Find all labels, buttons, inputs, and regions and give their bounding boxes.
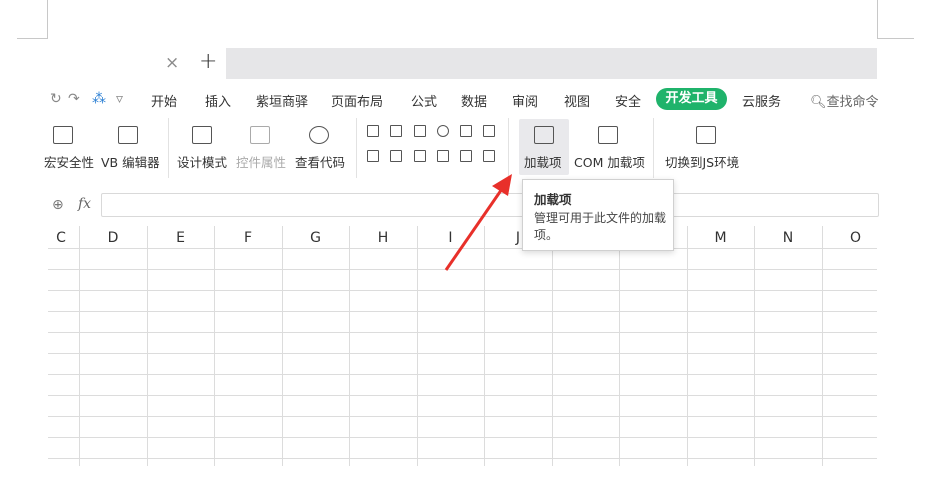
checkbox-control-icon[interactable] (367, 125, 379, 137)
redo-icon[interactable]: ↻ (50, 91, 62, 107)
grid-row-line (48, 332, 877, 333)
grid-column-line (686, 226, 688, 466)
addins-cube-icon (534, 126, 554, 144)
tab-data[interactable]: 数据 (461, 91, 487, 110)
tab-cloud-service[interactable]: 云服务 (742, 91, 781, 110)
text-control-icon[interactable] (437, 150, 449, 162)
scrollbar-control-icon[interactable] (414, 150, 426, 162)
tab-review[interactable]: 审阅 (512, 91, 538, 110)
vb-editor-icon (118, 126, 138, 144)
tooltip-title: 加载项 (534, 192, 572, 207)
tab-insert[interactable]: 插入 (205, 91, 231, 110)
grid-column-line (281, 226, 283, 466)
control-properties-button[interactable]: 控件属性 (236, 152, 286, 171)
column-header-h[interactable]: H (368, 226, 398, 248)
grid-row-line (48, 374, 877, 375)
tab-home[interactable]: 开始 (151, 91, 177, 110)
spin-control-icon[interactable] (390, 150, 402, 162)
grid-column-line (619, 226, 620, 466)
annotation-arrow (444, 174, 512, 271)
view-code-icon (309, 126, 329, 144)
tab-formula[interactable]: 公式 (411, 91, 437, 110)
grid-column-line (349, 226, 350, 466)
grid-column-line (79, 226, 80, 466)
column-header-d[interactable]: D (98, 226, 128, 248)
grid-column-line (754, 226, 755, 466)
design-mode-button[interactable]: 设计模式 (177, 152, 227, 171)
grid-column-line (551, 226, 553, 466)
switch-js-button[interactable]: 切换到JS环境 (665, 152, 739, 171)
com-addins-button[interactable]: COM 加载项 (574, 152, 645, 171)
quick-access-dropdown-icon[interactable]: ▿ (116, 91, 123, 107)
radio-control-icon[interactable] (437, 125, 449, 137)
column-header-n[interactable]: N (773, 226, 803, 248)
ribbon-divider (356, 118, 357, 178)
view-code-button[interactable]: 查看代码 (295, 152, 345, 171)
grid-row-line (48, 437, 877, 438)
search-command[interactable]: 🔍︎查找命令 (810, 91, 879, 110)
tab-ziyuan[interactable]: 紫垣商驿 (256, 91, 308, 110)
arrow-shaft (444, 185, 506, 271)
design-mode-icon (192, 126, 212, 144)
fx-icon[interactable]: fx (78, 196, 91, 212)
macro-security-icon (53, 126, 73, 144)
switch-js-icon (696, 126, 716, 144)
frame-control-icon[interactable] (483, 150, 495, 162)
new-tab-button[interactable]: + (199, 49, 217, 74)
listbox-control-icon[interactable] (460, 125, 472, 137)
grid-row-line (48, 311, 877, 312)
combobox-control-icon[interactable] (483, 125, 495, 137)
vb-editor-button[interactable]: VB 编辑器 (101, 152, 160, 171)
column-header-f[interactable]: F (233, 226, 263, 248)
button-control-icon[interactable] (414, 125, 426, 137)
grid-column-line (821, 226, 823, 466)
grid-row-line (48, 353, 877, 354)
tab-developer-tools[interactable]: 开发工具 (656, 88, 727, 110)
grid-column-line (416, 226, 418, 466)
column-header-m[interactable]: M (706, 226, 736, 248)
page-corner-top-right (877, 0, 914, 39)
tab-security[interactable]: 安全 (615, 91, 641, 110)
tab-view[interactable]: 视图 (564, 91, 590, 110)
redo-arrow-icon[interactable]: ↷ (68, 91, 80, 107)
grid-row-line (48, 395, 877, 396)
column-header-c[interactable]: C (46, 226, 76, 248)
label-control-icon[interactable] (367, 150, 379, 162)
search-icon: 🔍︎ (810, 95, 827, 110)
close-tab-icon[interactable]: × (165, 53, 179, 73)
ribbon-divider (168, 118, 169, 178)
macro-security-button[interactable]: 宏安全性 (44, 152, 94, 171)
arrow-head (492, 174, 512, 196)
addins-tooltip: 加载项 管理可用于此文件的加载项。 (522, 179, 674, 251)
tooltip-body: 管理可用于此文件的加载项。 (534, 211, 667, 242)
image-control-icon[interactable] (460, 150, 472, 162)
format-painter-icon[interactable]: ⁂ (92, 91, 106, 107)
column-header-e[interactable]: E (166, 226, 196, 248)
grid-column-line (214, 226, 215, 466)
grid-column-line (146, 226, 148, 466)
control-properties-icon (250, 126, 270, 144)
search-command-label: 查找命令 (826, 95, 879, 110)
page-corner-top-left (17, 0, 48, 39)
zoom-icon[interactable]: ⊕ (52, 197, 64, 213)
column-header-g[interactable]: G (301, 226, 331, 248)
column-header-o[interactable]: O (841, 226, 871, 248)
com-addins-icon (598, 126, 618, 144)
ribbon-divider (653, 118, 654, 178)
grid-row-line (48, 458, 877, 459)
grid-row-line (48, 416, 877, 417)
textbox-control-icon[interactable] (390, 125, 402, 137)
tab-page-layout[interactable]: 页面布局 (331, 91, 383, 110)
grid-row-line (48, 290, 877, 291)
